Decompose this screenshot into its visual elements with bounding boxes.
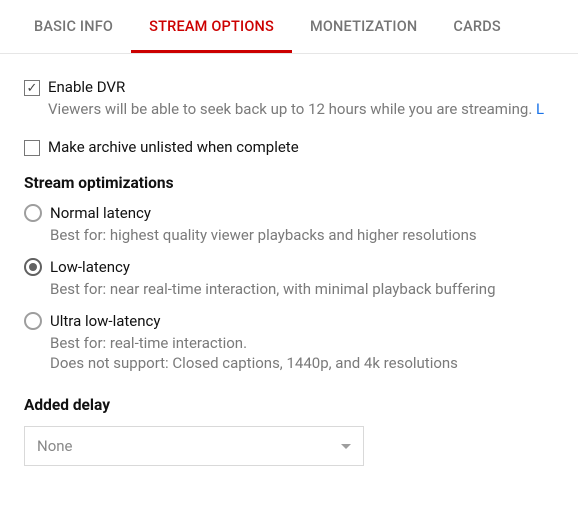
stream-optimizations-title: Stream optimizations bbox=[24, 174, 554, 192]
chevron-down-icon bbox=[341, 444, 351, 449]
latency-normal-option: Normal latency Best for: highest quality… bbox=[24, 204, 554, 244]
archive-unlisted-checkbox[interactable] bbox=[24, 140, 40, 156]
latency-low-radio[interactable] bbox=[24, 258, 42, 276]
tab-basic-info[interactable]: BASIC INFO bbox=[16, 0, 131, 53]
tab-stream-options[interactable]: STREAM OPTIONS bbox=[131, 0, 292, 53]
archive-unlisted-label: Make archive unlisted when complete bbox=[48, 138, 299, 156]
content: ✓ Enable DVR Viewers will be able to see… bbox=[0, 54, 578, 466]
tab-monetization[interactable]: MONETIZATION bbox=[292, 0, 435, 53]
latency-normal-label: Normal latency bbox=[50, 204, 151, 222]
latency-low-desc: Best for: near real-time interaction, wi… bbox=[50, 280, 554, 298]
latency-low-label: Low-latency bbox=[50, 258, 130, 276]
latency-ultra-radio[interactable] bbox=[24, 312, 42, 330]
added-delay-value: None bbox=[37, 437, 73, 455]
dvr-learn-more-link[interactable]: L bbox=[536, 100, 544, 118]
radio-dot-icon bbox=[29, 263, 37, 271]
enable-dvr-label: Enable DVR bbox=[48, 78, 125, 96]
latency-ultra-desc: Best for: real-time interaction. Does no… bbox=[50, 334, 554, 372]
latency-normal-desc: Best for: highest quality viewer playbac… bbox=[50, 226, 554, 244]
tabs: BASIC INFO STREAM OPTIONS MONETIZATION C… bbox=[0, 0, 578, 54]
added-delay-dropdown[interactable]: None bbox=[24, 426, 364, 466]
latency-low-option: Low-latency Best for: near real-time int… bbox=[24, 258, 554, 298]
enable-dvr-description: Viewers will be able to seek back up to … bbox=[48, 100, 554, 118]
latency-normal-radio[interactable] bbox=[24, 204, 42, 222]
latency-ultra-label: Ultra low-latency bbox=[50, 312, 160, 330]
enable-dvr-checkbox[interactable]: ✓ bbox=[24, 80, 40, 96]
latency-ultra-option: Ultra low-latency Best for: real-time in… bbox=[24, 312, 554, 372]
check-icon: ✓ bbox=[27, 81, 38, 96]
tab-cards[interactable]: CARDS bbox=[435, 0, 518, 53]
added-delay-title: Added delay bbox=[24, 396, 554, 414]
